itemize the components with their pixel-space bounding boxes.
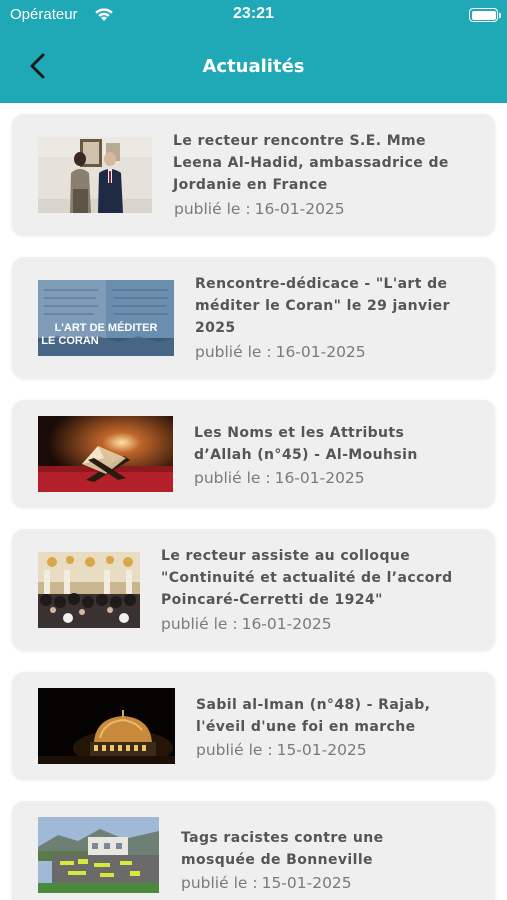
news-thumbnail <box>38 688 175 764</box>
news-title-line: Les Noms et les Attributs <box>194 425 405 441</box>
news-title-line: 2025 <box>195 320 236 336</box>
news-date: publié le :15-01-2025 <box>181 873 352 893</box>
news-title-line: Leena Al-Hadid, ambassadrice de <box>173 155 449 171</box>
news-thumbnail <box>38 817 159 893</box>
news-title-line: Le recteur assiste au colloque <box>161 548 411 564</box>
news-title: Rencontre-dédicace - "L'art de méditer l… <box>195 273 485 339</box>
news-card[interactable]: Le recteur assiste au colloque "Continui… <box>12 529 495 650</box>
news-thumbnail <box>38 137 152 213</box>
page-title: Actualités <box>202 56 305 77</box>
news-title: Sabil al-Iman (n°48) - Rajab, l'éveil d'… <box>196 694 486 738</box>
date-label: publié le : <box>196 741 273 759</box>
news-title-line: d’Allah (n°45) - Al-Mouhsin <box>194 447 418 463</box>
news-date: publié le :16-01-2025 <box>161 614 332 634</box>
news-card[interactable]: Tags racistes contre une mosquée de Bonn… <box>12 801 495 900</box>
news-title-line: Jordanie en France <box>173 177 328 193</box>
date-value: 16-01-2025 <box>241 615 332 633</box>
news-title-line: mosquée de Bonneville <box>181 852 373 868</box>
news-title-line: méditer le Coran" le 29 janvier <box>195 298 450 314</box>
news-title-line: Poincaré-Cerretti de 1924" <box>161 592 383 608</box>
news-title-line: Tags racistes contre une <box>181 830 384 846</box>
status-time: 23:21 <box>233 5 274 22</box>
news-date: publié le :16-01-2025 <box>195 342 366 362</box>
news-title: Tags racistes contre une mosquée de Bonn… <box>181 827 481 871</box>
news-title-line: Rencontre-dédicace - "L'art de <box>195 276 448 292</box>
news-thumbnail <box>38 552 140 628</box>
news-card[interactable]: Sabil al-Iman (n°48) - Rajab, l'éveil d'… <box>12 672 495 779</box>
news-title-line: Sabil al-Iman (n°48) - Rajab, <box>196 697 431 713</box>
news-date: publié le :16-01-2025 <box>194 468 365 488</box>
news-thumbnail: L'ART DE MÉDITER LE CORAN <box>38 280 174 356</box>
news-thumbnail <box>38 416 173 492</box>
date-label: publié le : <box>194 469 271 487</box>
news-title-line: l'éveil d'une foi en marche <box>196 719 416 735</box>
news-title: Le recteur rencontre S.E. Mme Leena Al-H… <box>173 130 483 196</box>
date-label: publié le : <box>181 874 258 892</box>
status-bar: Opérateur 23:21 <box>0 0 507 32</box>
news-title: Le recteur assiste au colloque "Continui… <box>161 545 486 611</box>
news-card[interactable]: Les Noms et les Attributs d’Allah (n°45)… <box>12 400 495 507</box>
news-title-line: "Continuité et actualité de l’accord <box>161 570 453 586</box>
news-card[interactable]: L'ART DE MÉDITER LE CORAN Rencontre-dédi… <box>12 257 495 378</box>
navigation-bar: Actualités <box>0 32 507 103</box>
battery-icon <box>469 8 501 22</box>
thumbnail-caption-line: L'ART DE MÉDITER <box>55 321 158 334</box>
date-label: publié le : <box>161 615 238 633</box>
date-value: 16-01-2025 <box>274 469 365 487</box>
date-label: publié le : <box>174 200 251 218</box>
news-title-line: Le recteur rencontre S.E. Mme <box>173 133 426 149</box>
app-header: Opérateur 23:21 Actualités <box>0 0 507 103</box>
date-label: publié le : <box>195 343 272 361</box>
news-date: publié le :15-01-2025 <box>196 740 367 760</box>
date-value: 15-01-2025 <box>276 741 367 759</box>
date-value: 16-01-2025 <box>275 343 366 361</box>
date-value: 15-01-2025 <box>261 874 352 892</box>
thumbnail-caption-line: LE CORAN <box>41 335 99 347</box>
date-value: 16-01-2025 <box>254 200 345 218</box>
news-card[interactable]: Le recteur rencontre S.E. Mme Leena Al-H… <box>12 114 495 235</box>
news-title: Les Noms et les Attributs d’Allah (n°45)… <box>194 422 484 466</box>
news-date: publié le :16-01-2025 <box>174 199 345 219</box>
